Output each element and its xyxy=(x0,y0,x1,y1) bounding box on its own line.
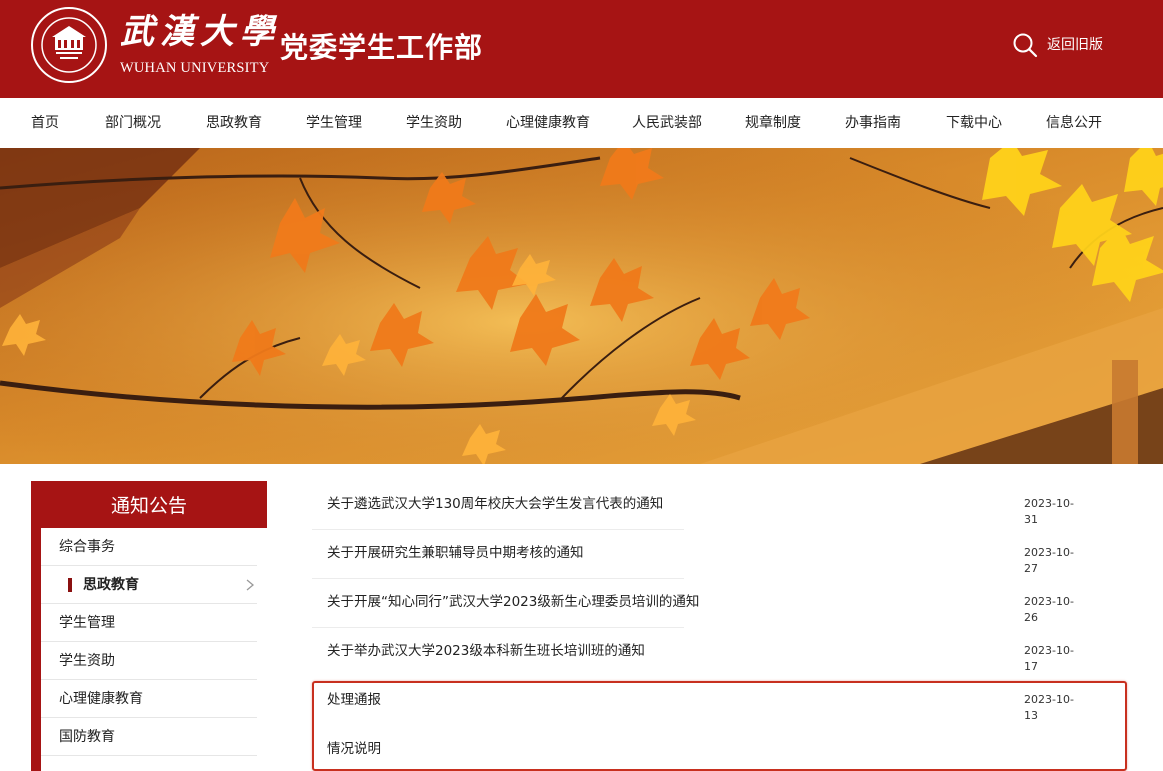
sidebar-item-label: 思政教育 xyxy=(83,577,139,593)
sidebar-item-label: 学生资助 xyxy=(59,653,115,669)
nav-item-guide[interactable]: 办事指南 xyxy=(845,113,901,133)
active-indicator xyxy=(68,578,72,592)
sidebar-item-label: 学生管理 xyxy=(59,615,115,631)
sidebar-heading: 通知公告 xyxy=(110,495,187,517)
sidebar-list: 综合事务 思政教育 学生管理 学生资助 心理健康教育 国防教育 xyxy=(41,528,267,771)
nav-item-ideology[interactable]: 思政教育 xyxy=(206,113,262,133)
nav-item-mental-health[interactable]: 心理健康教育 xyxy=(506,113,590,133)
news-title[interactable]: 关于举办武汉大学2023级本科新生班长培训班的通知 xyxy=(327,641,645,661)
news-row[interactable]: 情况说明 xyxy=(327,726,1087,771)
university-name-en: WUHAN UNIVERSITY xyxy=(120,60,270,76)
news-row[interactable]: 处理通报 2023-10-13 xyxy=(327,677,1087,726)
nav-item-info-disclosure[interactable]: 信息公开 xyxy=(1046,113,1102,133)
news-date: 2023-10-13 xyxy=(1024,693,1074,722)
nav-item-home[interactable]: 首页 xyxy=(31,113,59,133)
news-date: 2023-10-26 xyxy=(1024,595,1074,624)
old-version-link[interactable]: 返回旧版 xyxy=(1047,35,1103,55)
chevron-right-icon xyxy=(246,579,255,591)
nav-item-armed-forces[interactable]: 人民武装部 xyxy=(632,113,702,133)
sidebar-item-label: 心理健康教育 xyxy=(59,691,143,707)
sidebar-item-student-aid[interactable]: 学生资助 xyxy=(41,642,257,680)
nav-item-downloads[interactable]: 下载中心 xyxy=(946,113,1002,133)
news-row[interactable]: 关于举办武汉大学2023级本科新生班长培训班的通知 2023-10-17 xyxy=(327,628,1087,677)
news-title[interactable]: 情况说明 xyxy=(327,739,381,759)
site-header: 武漢大學 WUHAN UNIVERSITY 党委学生工作部 返回旧版 xyxy=(0,0,1163,98)
sidebar-item-ideology[interactable]: 思政教育 xyxy=(41,566,257,604)
sidebar-item-label: 国防教育 xyxy=(59,729,115,745)
sidebar-item-defense-education[interactable]: 国防教育 xyxy=(41,718,257,756)
university-seal-icon[interactable] xyxy=(30,6,108,84)
sidebar-item-label: 综合事务 xyxy=(59,539,115,555)
news-date: 2023-10-27 xyxy=(1024,546,1074,575)
sidebar-item-mental-health[interactable]: 心理健康教育 xyxy=(41,680,257,718)
news-title[interactable]: 处理通报 xyxy=(327,690,381,710)
news-title[interactable]: 关于开展“知心同行”武汉大学2023级新生心理委员培训的通知 xyxy=(327,592,699,612)
main-nav: 首页 部门概况 思政教育 学生管理 学生资助 心理健康教育 人民武装部 规章制度… xyxy=(0,98,1163,148)
news-title[interactable]: 关于开展研究生兼职辅导员中期考核的通知 xyxy=(327,543,584,563)
hero-banner xyxy=(0,148,1163,464)
department-title: 党委学生工作部 xyxy=(280,31,484,64)
search-icon[interactable] xyxy=(1012,32,1038,58)
news-date: 2023-10-31 xyxy=(1024,497,1074,526)
nav-item-about[interactable]: 部门概况 xyxy=(105,113,161,133)
sidebar-item-student-management[interactable]: 学生管理 xyxy=(41,604,257,642)
nav-item-student-management[interactable]: 学生管理 xyxy=(306,113,362,133)
news-row[interactable]: 关于开展“知心同行”武汉大学2023级新生心理委员培训的通知 2023-10-2… xyxy=(327,579,1087,628)
news-row[interactable]: 关于开展研究生兼职辅导员中期考核的通知 2023-10-27 xyxy=(327,530,1087,579)
news-title[interactable]: 关于遴选武汉大学130周年校庆大会学生发言代表的通知 xyxy=(327,494,663,514)
nav-item-regulations[interactable]: 规章制度 xyxy=(745,113,801,133)
notice-sidebar: 通知公告 综合事务 思政教育 学生管理 学生资助 心理健康教育 国防教育 xyxy=(31,481,267,771)
news-date: 2023-10-17 xyxy=(1024,644,1074,673)
university-name-cn: 武漢大學 xyxy=(120,12,280,52)
nav-item-student-aid[interactable]: 学生资助 xyxy=(406,113,462,133)
sidebar-item-general-affairs[interactable]: 综合事务 xyxy=(41,528,257,566)
news-row[interactable]: 关于遴选武汉大学130周年校庆大会学生发言代表的通知 2023-10-31 xyxy=(327,481,1087,530)
